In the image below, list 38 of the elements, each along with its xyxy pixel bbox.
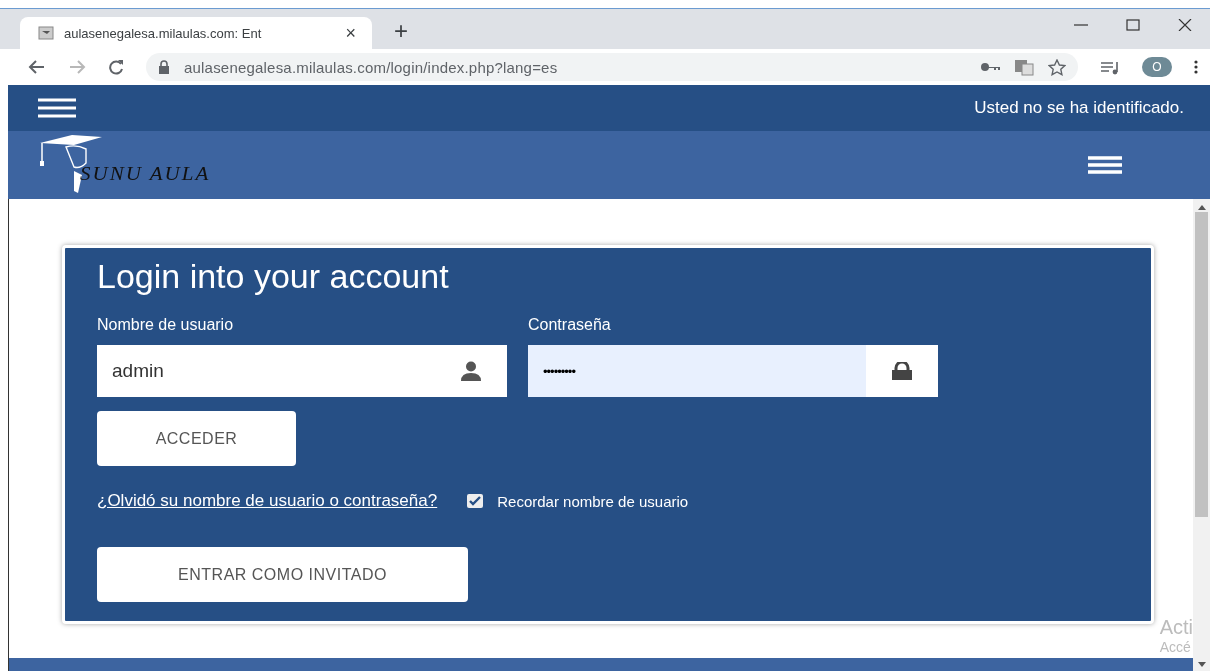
guest-login-button[interactable]: ENTRAR COMO INVITADO	[97, 547, 468, 602]
login-button[interactable]: ACCEDER	[97, 411, 296, 466]
profile-avatar[interactable]: O	[1142, 57, 1172, 77]
password-field[interactable]: •••••••••	[528, 345, 938, 397]
key-icon[interactable]	[980, 61, 1000, 73]
star-icon[interactable]	[1048, 58, 1066, 76]
activation-watermark-text: Accé	[1159, 638, 1192, 655]
username-field[interactable]: admin	[97, 345, 507, 397]
close-tab-button[interactable]: ×	[341, 22, 360, 44]
login-status-text: Usted no se ha identificado.	[974, 98, 1184, 118]
tab-title: aulasenegalesa.milaulas.com: Ent	[64, 25, 263, 41]
activation-watermark-text: Acti	[1159, 615, 1193, 639]
forgot-password-link[interactable]: ¿Olvidó su nombre de usuario o contraseña?	[97, 491, 438, 511]
user-icon	[461, 361, 481, 381]
lock-icon	[158, 60, 170, 74]
back-arrow-icon[interactable]	[28, 59, 46, 75]
scrollbar[interactable]	[1193, 199, 1210, 671]
playlist-icon[interactable]	[1100, 59, 1120, 75]
more-icon[interactable]	[1194, 60, 1198, 74]
field-label: Contraseña	[528, 316, 612, 334]
reload-icon[interactable]	[108, 59, 124, 75]
new-tab-button[interactable]: +	[390, 17, 412, 45]
menu-icon[interactable]	[38, 98, 76, 118]
menu-icon[interactable]	[1088, 156, 1122, 174]
field-label: Nombre de usuario	[97, 316, 235, 334]
favicon-icon	[38, 25, 54, 41]
lock-icon	[892, 362, 912, 380]
scroll-down-icon[interactable]	[1197, 662, 1206, 667]
login-title: Login into your account	[97, 256, 450, 296]
checkbox[interactable]	[467, 494, 484, 508]
checkbox-label: Recordar nombre de usuario	[497, 492, 689, 510]
browser-tab[interactable]: aulasenegalesa.milaulas.com: Ent ×	[20, 17, 372, 49]
maximize-icon[interactable]	[1126, 19, 1140, 31]
address-bar[interactable]: aulasenegalesa.milaulas.com/login/index.php?lang=es	[146, 53, 1078, 81]
brand-name: SUNU AULA	[80, 163, 211, 186]
close-icon[interactable]	[1178, 19, 1192, 31]
url-text: aulasenegalesa.milaulas.com/login/index.php?lang=es	[184, 58, 559, 76]
scroll-up-icon[interactable]	[1197, 205, 1206, 210]
